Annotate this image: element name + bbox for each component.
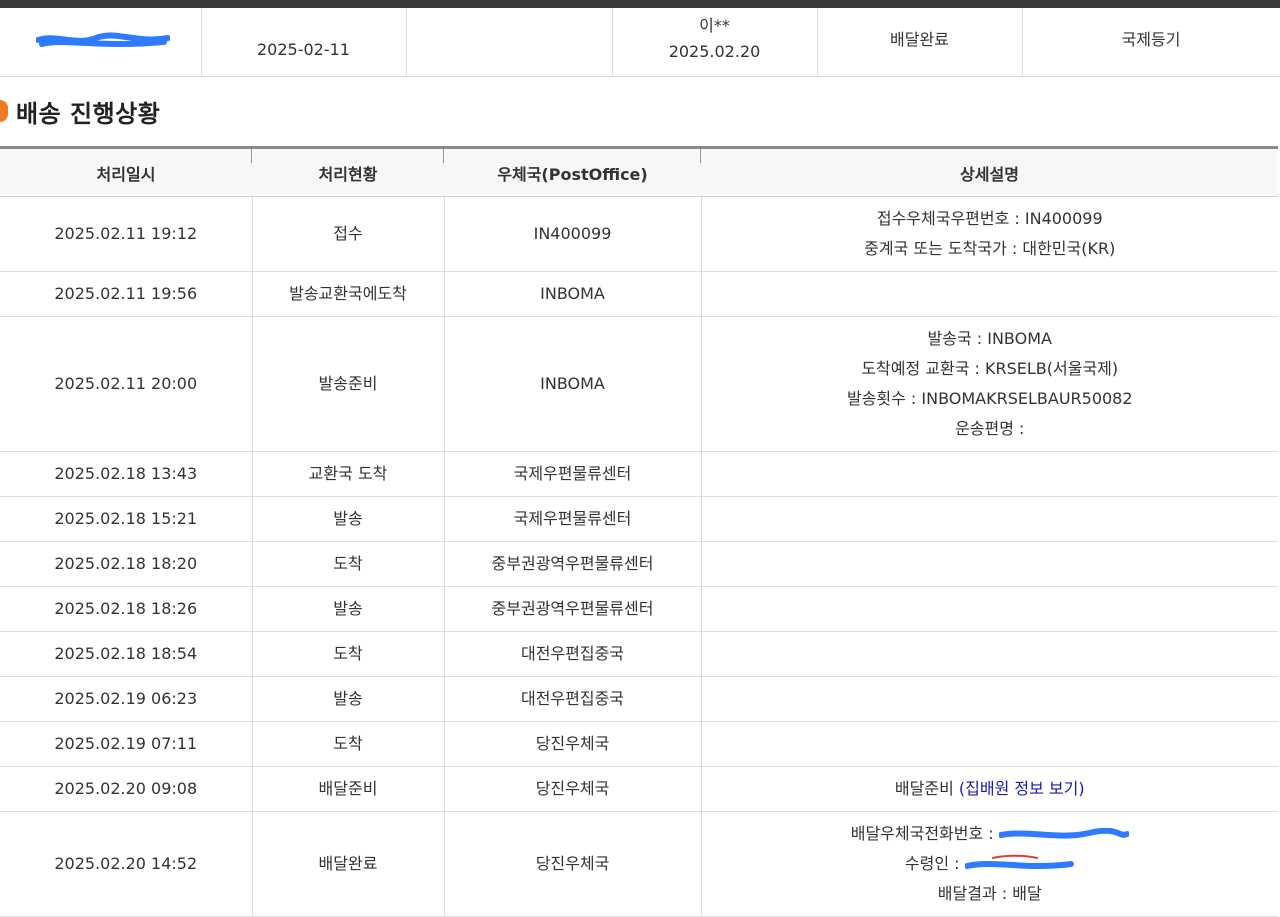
table-row: 2025.02.19 06:23 발송 대전우편집중국 xyxy=(0,676,1278,722)
row-detail xyxy=(701,721,1278,767)
row-status: 도착 xyxy=(252,721,445,767)
row-office: 국제우편물류센터 xyxy=(444,451,702,497)
detail-line: 수령인 : xyxy=(702,849,1279,879)
row-office: 당진우체국 xyxy=(444,811,702,917)
row-detail: 발송국 : INBOMA 도착예정 교환국 : KRSELB(서울국제) 발송횟… xyxy=(701,316,1278,452)
row-datetime: 2025.02.18 18:26 xyxy=(0,586,253,632)
row-datetime: 2025.02.18 18:20 xyxy=(0,541,253,587)
row-status: 도착 xyxy=(252,631,445,677)
row-detail: 접수우체국우편번호 : IN400099 중계국 또는 도착국가 : 대한민국(… xyxy=(701,196,1278,272)
detail-line: 운송편명 : xyxy=(955,419,1025,438)
summary-tracking-number xyxy=(0,8,202,76)
detail-line: 발송횟수 : INBOMAKRSELBAUR50082 xyxy=(846,389,1133,408)
detail-line: 접수우체국우편번호 : IN400099 xyxy=(876,209,1103,228)
phone-label: 배달우체국전화번호 : xyxy=(850,824,994,843)
row-datetime: 2025.02.18 15:21 xyxy=(0,496,253,542)
table-row: 2025.02.19 07:11 도착 당진우체국 xyxy=(0,721,1278,767)
header-status: 처리현황 xyxy=(252,146,444,197)
row-status: 접수 xyxy=(252,196,445,272)
row-datetime: 2025.02.20 14:52 xyxy=(0,811,253,917)
summary-receipt-date-cell: 2025-02-11 xyxy=(201,8,407,76)
summary-status-cell: 배달완료 xyxy=(817,8,1023,76)
row-datetime: 2025.02.20 09:08 xyxy=(0,766,253,812)
row-office: 당진우체국 xyxy=(444,721,702,767)
table-row: 2025.02.11 19:56 발송교환국에도착 INBOMA xyxy=(0,271,1278,317)
orange-bullet-icon xyxy=(0,100,8,122)
summary-empty-cell xyxy=(406,8,613,76)
row-detail xyxy=(701,676,1278,722)
delivery-date: 2025.02.20 xyxy=(668,42,761,61)
service-type: 국제등기 xyxy=(1121,30,1181,49)
row-office: 대전우편집중국 xyxy=(444,631,702,677)
table-row: 2025.02.18 15:21 발송 국제우편물류센터 xyxy=(0,496,1278,542)
receiver-label: 수령인 : xyxy=(904,854,960,873)
row-detail: 배달우체국전화번호 : 수령인 : 배달결과 : 배달 xyxy=(701,811,1279,917)
redaction-scribble xyxy=(36,32,170,47)
redaction-scribble xyxy=(998,827,1129,839)
tracking-table: 처리일시 처리현황 우체국(PostOffice) 상세설명 2025.02.1… xyxy=(0,146,1278,917)
header-detail: 상세설명 xyxy=(701,146,1278,197)
carrier-info-link[interactable]: (집배원 정보 보기) xyxy=(959,779,1085,798)
row-datetime: 2025.02.11 20:00 xyxy=(0,316,253,452)
row-datetime: 2025.02.18 18:54 xyxy=(0,631,253,677)
row-datetime: 2025.02.19 06:23 xyxy=(0,676,253,722)
row-detail xyxy=(701,586,1278,632)
row-status: 도착 xyxy=(252,541,445,587)
header-postoffice: 우체국(PostOffice) xyxy=(444,146,701,197)
summary-recipient-cell: 이** 2025.02.20 xyxy=(612,8,818,76)
section-title: 배송 진행상황 xyxy=(16,99,161,128)
row-detail xyxy=(701,271,1278,317)
recipient-name: 이** xyxy=(699,16,730,35)
table-row: 2025.02.18 18:54 도착 대전우편집중국 xyxy=(0,631,1278,677)
row-office: INBOMA xyxy=(444,271,702,317)
table-row: 2025.02.20 09:08 배달준비 당진우체국 배달준비 (집배원 정보… xyxy=(0,766,1278,812)
table-row: 2025.02.20 14:52 배달완료 당진우체국 배달우체국전화번호 : … xyxy=(0,811,1279,917)
row-datetime: 2025.02.18 13:43 xyxy=(0,451,253,497)
table-row: 2025.02.18 13:43 교환국 도착 국제우편물류센터 xyxy=(0,451,1278,497)
row-office: INBOMA xyxy=(444,316,702,452)
receipt-date: 2025-02-11 xyxy=(257,40,350,59)
table-row: 2025.02.11 19:12 접수 IN400099 접수우체국우편번호 :… xyxy=(0,196,1278,272)
row-detail xyxy=(701,451,1278,497)
table-row: 2025.02.18 18:26 발송 중부권광역우편물류센터 xyxy=(0,586,1278,632)
row-datetime: 2025.02.11 19:12 xyxy=(0,196,253,272)
row-status: 발송교환국에도착 xyxy=(252,271,445,317)
row-status: 발송준비 xyxy=(252,316,445,452)
row-status: 교환국 도착 xyxy=(252,451,445,497)
table-row: 2025.02.11 20:00 발송준비 INBOMA 발송국 : INBOM… xyxy=(0,316,1278,452)
row-office: 중부권광역우편물류센터 xyxy=(444,586,702,632)
detail-line: 중계국 또는 도착국가 : 대한민국(KR) xyxy=(864,239,1116,258)
detail-line: 배달결과 : 배달 xyxy=(937,884,1042,903)
top-dark-bar xyxy=(0,0,1280,8)
row-office: 대전우편집중국 xyxy=(444,676,702,722)
row-detail: 배달준비 (집배원 정보 보기) xyxy=(701,766,1278,812)
row-detail xyxy=(701,631,1278,677)
redaction-scribble xyxy=(964,854,1074,869)
delivery-status: 배달완료 xyxy=(890,30,949,49)
row-office: 국제우편물류센터 xyxy=(444,496,702,542)
row-detail xyxy=(701,541,1278,587)
row-status: 배달완료 xyxy=(252,811,445,917)
row-status: 배달준비 xyxy=(252,766,445,812)
detail-line: 발송국 : INBOMA xyxy=(927,329,1052,348)
row-datetime: 2025.02.19 07:11 xyxy=(0,721,253,767)
row-office: 중부권광역우편물류센터 xyxy=(444,541,702,587)
row-status: 발송 xyxy=(252,496,445,542)
row-status: 발송 xyxy=(252,676,445,722)
detail-prefix: 배달준비 xyxy=(894,779,954,798)
row-office: IN400099 xyxy=(444,196,702,272)
summary-row: 2025-02-11 이** 2025.02.20 배달완료 국제등기 xyxy=(0,8,1280,77)
row-detail xyxy=(701,496,1278,542)
row-status: 발송 xyxy=(252,586,445,632)
section-heading: 배송 진행상황 xyxy=(0,95,161,128)
table-header-row: 처리일시 처리현황 우체국(PostOffice) 상세설명 xyxy=(0,146,1278,197)
row-office: 당진우체국 xyxy=(444,766,702,812)
summary-service-cell: 국제등기 xyxy=(1022,8,1280,76)
table-row: 2025.02.18 18:20 도착 중부권광역우편물류센터 xyxy=(0,541,1278,587)
row-datetime: 2025.02.11 19:56 xyxy=(0,271,253,317)
detail-line: 도착예정 교환국 : KRSELB(서울국제) xyxy=(861,359,1119,378)
detail-line: 배달우체국전화번호 : xyxy=(702,819,1279,849)
header-datetime: 처리일시 xyxy=(0,146,252,197)
